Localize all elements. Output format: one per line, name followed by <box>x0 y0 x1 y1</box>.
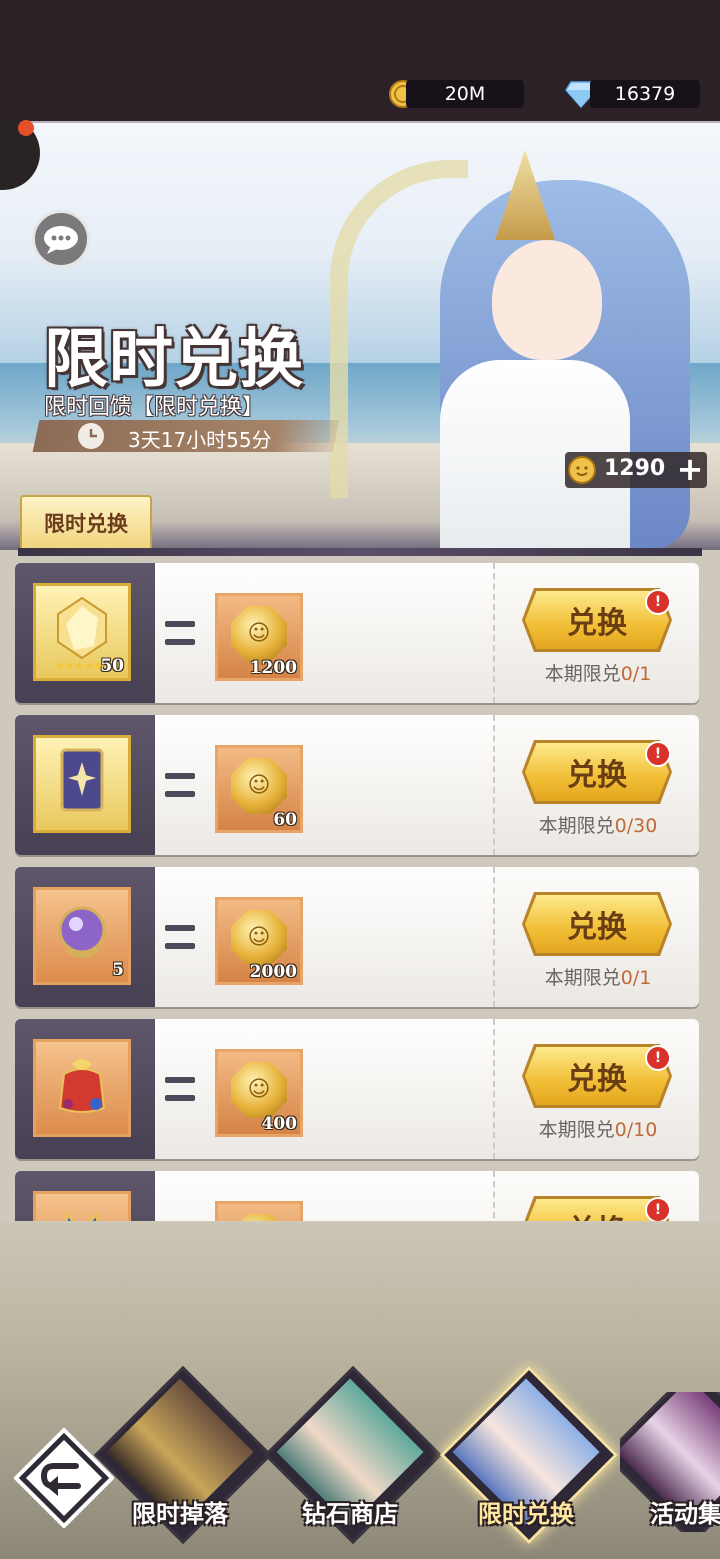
exchange-row: 兑换 ! <box>15 1171 699 1221</box>
row-right-panel: 兑换 ! 本期限兑0/30 <box>493 715 699 855</box>
limit-label: 本期限兑 <box>544 663 621 685</box>
cost-quantity: 1200 <box>249 658 297 678</box>
gold-amount: 20M <box>406 80 524 108</box>
row-middle-panel <box>155 867 493 1007</box>
equals-icon <box>165 925 195 949</box>
limit-label: 本期限兑 <box>538 815 615 837</box>
back-button[interactable] <box>14 1428 114 1528</box>
chat-bubble-icon <box>44 226 78 254</box>
character-face <box>492 240 602 360</box>
cost-item[interactable]: ☺ 1200 <box>215 593 303 681</box>
cost-quantity: 2000 <box>249 962 297 982</box>
nav-label: 限时掉落 <box>132 1499 228 1528</box>
limit-count: 0/1 <box>620 967 652 989</box>
exchange-token-count: 1290 <box>604 456 666 481</box>
coin-face-icon: ☺ <box>247 773 271 798</box>
limit-count: 0/10 <box>614 1119 658 1141</box>
reward-item[interactable] <box>33 1191 131 1221</box>
coin-face-icon: ☺ <box>247 621 271 646</box>
summon-card-icon <box>60 748 104 812</box>
coin-face-icon: ☺ <box>247 1077 271 1102</box>
page-subtitle: 限时回馈【限时兑换】 <box>44 395 265 420</box>
cost-item[interactable]: ☺ 60 <box>215 745 303 833</box>
clock-icon <box>78 423 104 449</box>
row-right-panel: 兑换 ! <box>493 1171 699 1221</box>
coin-face-icon: ☺ <box>247 925 271 950</box>
countdown-text: 3天17小时55分 <box>128 428 272 452</box>
gift-bag-icon <box>58 1059 106 1114</box>
nav-item-limited-drop[interactable]: 限时掉落 <box>93 1365 273 1545</box>
limit-label: 本期限兑 <box>544 967 621 989</box>
reward-quantity: 5 <box>112 960 124 980</box>
row-right-panel: 兑换 ! 本期限兑0/1 <box>493 563 699 703</box>
limit-count: 0/30 <box>614 815 658 837</box>
row-middle-panel <box>155 715 493 855</box>
cost-item[interactable]: ☺ 2000 <box>215 897 303 985</box>
nav-label: 活动集 <box>650 1499 720 1528</box>
row-middle-panel <box>155 1019 493 1159</box>
tab-underline <box>18 548 702 556</box>
limit-text: 本期限兑0/1 <box>495 659 699 686</box>
exchange-row: 兑换 ! 本期限兑0/10 ☺ 400 <box>15 1019 699 1161</box>
cost-quantity: 60 <box>273 810 297 830</box>
exchange-row: 兑换 本期限兑0/1 5 ☺ 2000 <box>15 867 699 1009</box>
reward-item[interactable] <box>33 1039 131 1137</box>
nav-item-event-collection[interactable]: 活动集 <box>620 1392 720 1532</box>
nav-item-limited-exchange[interactable]: 限时兑换 <box>439 1365 619 1545</box>
equals-icon <box>165 1077 195 1101</box>
row-middle-panel <box>155 563 493 703</box>
alert-badge: ! <box>645 741 671 767</box>
limit-text: 本期限兑0/1 <box>495 963 699 990</box>
exchange-button[interactable]: 兑换 <box>525 895 669 953</box>
limit-text: 本期限兑0/10 <box>495 1115 699 1142</box>
alert-badge: ! <box>645 1045 671 1071</box>
row-right-panel: 兑换 ! 本期限兑0/10 <box>493 1019 699 1159</box>
cost-item[interactable]: ☺ 400 <box>215 1049 303 1137</box>
limit-count: 0/1 <box>620 663 652 685</box>
reward-item[interactable]: ★★★★★ 50 <box>33 583 131 681</box>
limit-label: 本期限兑 <box>538 1119 615 1141</box>
limit-text: 本期限兑0/30 <box>495 811 699 838</box>
exchange-row: 兑换 ! 本期限兑0/1 ★★★★★ 50 ☺ 1200 <box>15 563 699 705</box>
crown-item-icon <box>64 1210 100 1221</box>
row-middle-panel <box>155 1171 493 1221</box>
exchange-coin-icon <box>231 1214 287 1221</box>
nav-item-diamond-shop[interactable]: 钻石商店 <box>263 1365 443 1545</box>
page-title: 限时兑换 <box>44 322 304 397</box>
nav-label: 钻石商店 <box>302 1499 398 1528</box>
alert-badge: ! <box>645 589 671 615</box>
exchange-list[interactable]: 兑换 ! 本期限兑0/1 ★★★★★ 50 ☺ 1200 兑换 ! 本期限兑0/ <box>15 563 699 1221</box>
reward-quantity: 50 <box>100 656 124 676</box>
diamond-amount: 16379 <box>590 80 700 108</box>
tab-limited-exchange[interactable]: 限时兑换 <box>20 495 152 549</box>
star-rating-icon: ★★★★★ <box>54 659 104 674</box>
cost-item[interactable] <box>215 1201 303 1221</box>
notification-dot <box>18 120 34 136</box>
exchange-row: 兑换 ! 本期限兑0/30 ☺ 60 <box>15 715 699 857</box>
exchange-coin-icon <box>568 456 596 484</box>
alert-badge: ! <box>645 1197 671 1221</box>
reward-item[interactable] <box>33 735 131 833</box>
soul-crystal-icon <box>57 597 107 660</box>
row-right-panel: 兑换 本期限兑0/1 <box>493 867 699 1007</box>
cost-quantity: 400 <box>261 1114 298 1134</box>
reward-item[interactable]: 5 <box>33 887 131 985</box>
magic-orb-icon <box>58 906 106 959</box>
equals-icon <box>165 621 195 645</box>
chat-button[interactable] <box>32 210 90 268</box>
equals-icon <box>165 773 195 797</box>
add-token-button[interactable]: + <box>674 453 706 486</box>
nav-label: 限时兑换 <box>478 1499 574 1528</box>
